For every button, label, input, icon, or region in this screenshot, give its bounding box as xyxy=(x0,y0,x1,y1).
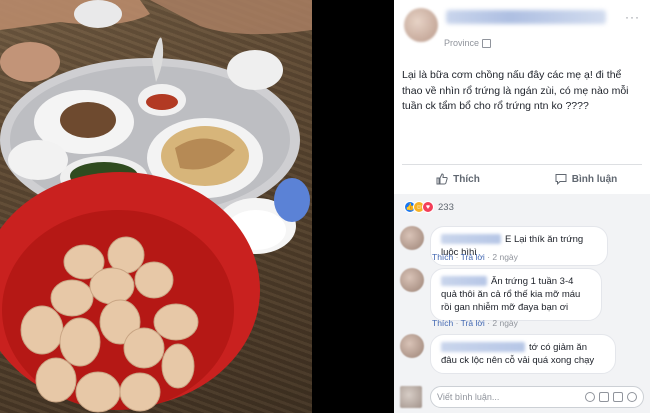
post-actions: Thích Bình luận xyxy=(394,166,650,192)
author-name-redacted[interactable] xyxy=(446,10,606,24)
gif-icon[interactable] xyxy=(613,392,623,402)
sauce-shape xyxy=(146,94,178,110)
comment-reply-link[interactable]: Trả lời xyxy=(461,252,485,262)
commenter-avatar[interactable] xyxy=(400,226,424,250)
comment-item: Ăn trứng 1 tuần 3-4 quả thôi ăn cả rổ th… xyxy=(400,268,602,321)
post-text: Lại là bữa cơm chồng nấu đây các mẹ ạ! đ… xyxy=(402,69,629,112)
love-icon: ♥ xyxy=(422,201,434,213)
reaction-count: 233 xyxy=(438,201,454,213)
comment-bubble: Ăn trứng 1 tuần 3-4 quả thôi ăn cả rổ th… xyxy=(430,268,602,321)
comment-input-placeholder: Viết bình luận... xyxy=(437,392,500,402)
small-bowl-shape xyxy=(8,140,68,180)
meal-illustration xyxy=(0,0,312,413)
thumbs-up-icon xyxy=(436,173,448,185)
comment-label: Bình luận xyxy=(571,173,618,185)
commenter-name-redacted[interactable] xyxy=(441,276,487,287)
comment-time: 2 ngày xyxy=(492,252,518,262)
sticker-icon[interactable] xyxy=(627,392,637,402)
comment-item: tớ có giảm ăn đâu ck lộc nên cỗ vải quá … xyxy=(400,334,616,374)
meat-shape xyxy=(60,102,116,138)
speech-bubble-icon xyxy=(555,174,567,185)
commenter-name-redacted[interactable] xyxy=(441,234,501,245)
arm-shape xyxy=(150,0,312,35)
more-options-button[interactable]: ··· xyxy=(625,10,640,24)
comment-composer: Viết bình luận... xyxy=(400,385,644,409)
comment-button[interactable]: Bình luận xyxy=(522,166,650,192)
commenter-avatar[interactable] xyxy=(400,334,424,358)
post-panel: Province ··· Lại là bữa cơm chồng nấu đâ… xyxy=(394,0,650,413)
comment-actions: Thích · Trả lời · 2 ngày xyxy=(432,318,518,328)
cup-shape xyxy=(74,0,122,28)
post-photo[interactable] xyxy=(0,0,312,413)
privacy-icon xyxy=(482,38,492,48)
composer-icons xyxy=(585,392,637,402)
comment-reply-link[interactable]: Trả lời xyxy=(461,318,485,328)
blue-cup-shape xyxy=(274,178,310,222)
emoji-icon[interactable] xyxy=(585,392,595,402)
comment-like-link[interactable]: Thích xyxy=(432,252,453,262)
location-label[interactable]: Province xyxy=(444,38,479,48)
commenter-name-redacted[interactable] xyxy=(441,342,525,353)
commenter-avatar[interactable] xyxy=(400,268,424,292)
comment-actions: Thích · Trả lời · 2 ngày xyxy=(432,252,518,262)
comment-bubble: tớ có giảm ăn đâu ck lộc nên cỗ vải quá … xyxy=(430,334,616,374)
divider xyxy=(402,164,642,165)
post-meta: Province xyxy=(444,38,492,48)
post-header: Province ··· xyxy=(394,0,650,58)
reactions-summary[interactable]: 👍 ☺ ♥ 233 xyxy=(404,201,454,213)
comment-time: 2 ngày xyxy=(492,318,518,328)
comment-item: E Lại thík ăn trứng luộc hìhì xyxy=(400,226,608,266)
hand-shape xyxy=(0,42,60,82)
like-button[interactable]: Thích xyxy=(394,166,522,192)
comment-input[interactable]: Viết bình luận... xyxy=(430,386,644,408)
like-label: Thích xyxy=(453,173,480,185)
current-user-avatar xyxy=(400,386,422,408)
author-avatar[interactable] xyxy=(404,8,438,42)
camera-icon[interactable] xyxy=(599,392,609,402)
comment-like-link[interactable]: Thích xyxy=(432,318,453,328)
bowl-shape xyxy=(227,50,283,90)
photo-letterbox xyxy=(312,0,394,413)
